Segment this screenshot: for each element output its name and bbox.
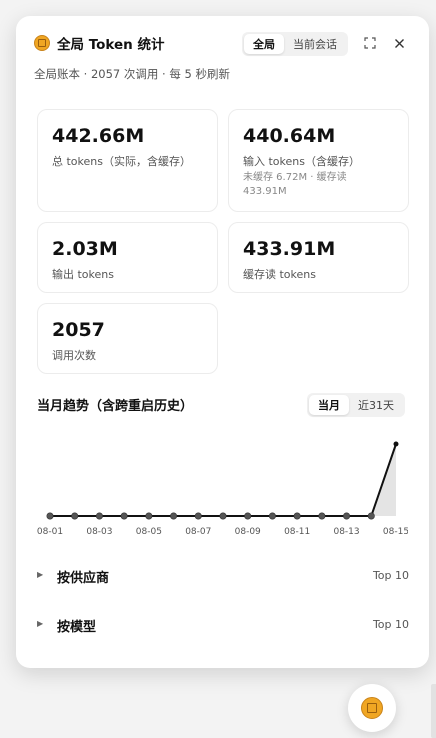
coin-icon: [361, 697, 383, 719]
data-point: [244, 512, 252, 520]
stat-card-input: 440.64M 输入 tokens（含缓存） 未缓存 6.72M · 缓存读 4…: [228, 109, 409, 212]
data-point: [343, 512, 351, 520]
data-point: [194, 512, 202, 520]
stat-value: 2057: [52, 319, 105, 341]
data-point: [71, 512, 79, 520]
tab-current-session[interactable]: 当前会话: [284, 34, 346, 54]
group-title: 按供应商: [57, 571, 110, 586]
tab-last-31-days[interactable]: 近31天: [349, 395, 403, 415]
data-point: [170, 512, 178, 520]
stat-value: 2.03M: [52, 238, 118, 260]
group-by-provider[interactable]: ▶ 按供应商 Top 10: [37, 566, 409, 586]
data-point: [219, 512, 227, 520]
group-by-model[interactable]: ▶ 按模型 Top 10: [37, 615, 409, 635]
stat-card-calls: 2057 调用次数: [37, 303, 218, 374]
trend-chart: 08-01 08-03 08-05 08-07 08-09 08-11 08-13 08-15: [37, 441, 408, 537]
x-tick-label: 08-09: [235, 527, 261, 537]
data-point: [293, 512, 301, 520]
x-tick-label: 08-15: [383, 527, 408, 537]
panel-subtitle: 全局账本 · 2057 次调用 · 每 5 秒刷新: [34, 67, 230, 81]
group-top-count: Top 10: [372, 569, 409, 582]
stat-label: 总 tokens（实际，含缓存）: [52, 155, 191, 168]
panel-header: 全局 Token 统计 全局 当前会话: [34, 32, 411, 56]
x-tick-label: 08-03: [86, 527, 112, 537]
tab-this-month[interactable]: 当月: [309, 395, 349, 415]
stat-label: 缓存读 tokens: [243, 268, 316, 281]
trend-line: [50, 443, 397, 517]
trend-title: 当月趋势（含跨重启历史）: [37, 399, 194, 414]
x-tick-label: 08-11: [284, 527, 310, 537]
group-title: 按模型: [57, 620, 97, 635]
caret-right-icon: ▶: [37, 619, 44, 628]
trend-area: [50, 444, 396, 516]
stat-card-output: 2.03M 输出 tokens: [37, 222, 218, 293]
stat-value: 442.66M: [52, 125, 145, 147]
data-point: [318, 512, 326, 520]
data-point: [95, 512, 103, 520]
x-tick-label: 08-07: [185, 527, 211, 537]
window-edge: [431, 684, 436, 738]
expand-icon[interactable]: [360, 33, 380, 53]
scope-switch: 全局 当前会话: [242, 32, 348, 56]
group-top-count: Top 10: [372, 618, 409, 631]
x-tick-label: 08-01: [37, 527, 63, 537]
x-tick-label: 08-13: [333, 527, 359, 537]
data-point: [120, 512, 128, 520]
data-point: [393, 441, 399, 447]
stat-label: 输出 tokens: [52, 268, 114, 281]
data-point: [46, 512, 54, 520]
stat-label: 输入 tokens（含缓存）: [243, 155, 360, 168]
stat-value: 440.64M: [243, 125, 336, 147]
close-icon[interactable]: [389, 33, 409, 53]
coin-icon: [34, 35, 50, 51]
stat-card-cache-read: 433.91M 缓存读 tokens: [228, 222, 409, 293]
token-stats-panel: 全局 Token 统计 全局 当前会话 全局账本 · 2057 次调用 · 每 …: [16, 16, 429, 668]
tab-global[interactable]: 全局: [244, 34, 284, 54]
title-wrap: 全局 Token 统计: [34, 33, 164, 53]
stat-card-total: 442.66M 总 tokens（实际，含缓存）: [37, 109, 218, 212]
trend-range-switch: 当月 近31天: [307, 393, 405, 417]
panel-title: 全局 Token 统计: [57, 37, 165, 53]
stat-value: 433.91M: [243, 238, 336, 260]
x-tick-label: 08-05: [136, 527, 162, 537]
data-point: [367, 512, 375, 520]
data-point: [145, 512, 153, 520]
data-point: [268, 512, 276, 520]
caret-right-icon: ▶: [37, 570, 44, 579]
stat-label: 调用次数: [52, 349, 96, 362]
stat-detail: 未缓存 6.72M · 缓存读 433.91M: [243, 172, 347, 197]
token-stats-fab[interactable]: [348, 684, 396, 732]
